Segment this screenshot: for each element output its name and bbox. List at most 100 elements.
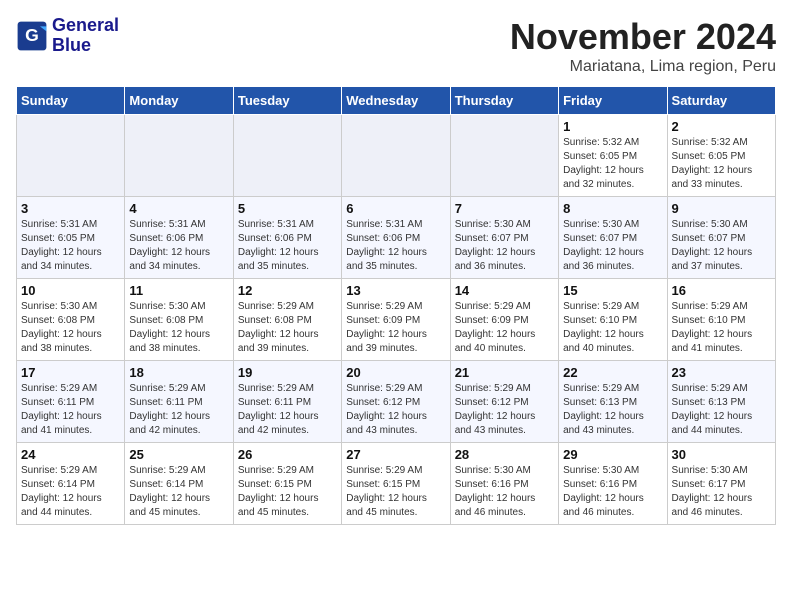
- calendar-cell: [125, 115, 233, 197]
- day-of-week-header: Saturday: [667, 87, 775, 115]
- calendar-cell: 7 Sunrise: 5:30 AM Sunset: 6:07 PM Daylig…: [450, 197, 558, 279]
- day-number: 28: [455, 447, 554, 462]
- calendar-cell: 22 Sunrise: 5:29 AM Sunset: 6:13 PM Dayli…: [559, 361, 667, 443]
- calendar-cell: 11 Sunrise: 5:30 AM Sunset: 6:08 PM Dayli…: [125, 279, 233, 361]
- day-of-week-header: Friday: [559, 87, 667, 115]
- calendar-cell: 15 Sunrise: 5:29 AM Sunset: 6:10 PM Dayli…: [559, 279, 667, 361]
- calendar-cell: 1Sunrise: 5:32 AM Sunset: 6:05 PM Daylig…: [559, 115, 667, 197]
- day-number: 4: [129, 201, 228, 216]
- calendar-cell: 30 Sunrise: 5:30 AM Sunset: 6:17 PM Dayli…: [667, 443, 775, 525]
- calendar-cell: 17 Sunrise: 5:29 AM Sunset: 6:11 PM Dayli…: [17, 361, 125, 443]
- calendar-cell: 6 Sunrise: 5:31 AM Sunset: 6:06 PM Daylig…: [342, 197, 450, 279]
- day-info: Sunrise: 5:31 AM Sunset: 6:06 PM Dayligh…: [238, 218, 337, 274]
- day-number: 3: [21, 201, 120, 216]
- day-info: Sunrise: 5:32 AM Sunset: 6:05 PM Dayligh…: [672, 136, 771, 192]
- calendar-week-row: 10 Sunrise: 5:30 AM Sunset: 6:08 PM Dayli…: [17, 279, 776, 361]
- calendar-week-row: 24 Sunrise: 5:29 AM Sunset: 6:14 PM Dayli…: [17, 443, 776, 525]
- calendar-cell: 25 Sunrise: 5:29 AM Sunset: 6:14 PM Dayli…: [125, 443, 233, 525]
- day-number: 22: [563, 365, 662, 380]
- day-number: 7: [455, 201, 554, 216]
- calendar-cell: 16 Sunrise: 5:29 AM Sunset: 6:10 PM Dayli…: [667, 279, 775, 361]
- day-number: 16: [672, 283, 771, 298]
- day-info: Sunrise: 5:31 AM Sunset: 6:06 PM Dayligh…: [129, 218, 228, 274]
- calendar-week-row: 17 Sunrise: 5:29 AM Sunset: 6:11 PM Dayli…: [17, 361, 776, 443]
- day-info: Sunrise: 5:29 AM Sunset: 6:12 PM Dayligh…: [455, 382, 554, 438]
- day-info: Sunrise: 5:29 AM Sunset: 6:12 PM Dayligh…: [346, 382, 445, 438]
- day-number: 8: [563, 201, 662, 216]
- logo-icon: G: [16, 20, 48, 52]
- day-info: Sunrise: 5:29 AM Sunset: 6:11 PM Dayligh…: [21, 382, 120, 438]
- day-number: 27: [346, 447, 445, 462]
- calendar-week-row: 1 Sunrise: 5:32 AM Sunset: 6:05 PM Daylig…: [17, 115, 776, 197]
- calendar-cell: [233, 115, 341, 197]
- calendar-cell: 2 Sunrise: 5:32 AM Sunset: 6:05 PM Daylig…: [667, 115, 775, 197]
- calendar-cell: 18 Sunrise: 5:29 AM Sunset: 6:11 PM Dayli…: [125, 361, 233, 443]
- day-info: Sunrise: 5:30 AM Sunset: 6:08 PM Dayligh…: [21, 300, 120, 356]
- day-number: 5: [238, 201, 337, 216]
- day-number: 10: [21, 283, 120, 298]
- title-block: November 2024 Mariatana, Lima region, Pe…: [510, 16, 776, 76]
- day-info: Sunrise: 5:29 AM Sunset: 6:10 PM Dayligh…: [672, 300, 771, 356]
- day-info: Sunrise: 5:29 AM Sunset: 6:09 PM Dayligh…: [455, 300, 554, 356]
- day-info: Sunrise: 5:29 AM Sunset: 6:13 PM Dayligh…: [672, 382, 771, 438]
- day-info: Sunrise: 5:29 AM Sunset: 6:11 PM Dayligh…: [129, 382, 228, 438]
- day-number: 25: [129, 447, 228, 462]
- calendar-cell: 4 Sunrise: 5:31 AM Sunset: 6:06 PM Daylig…: [125, 197, 233, 279]
- day-number: 1: [563, 119, 662, 134]
- calendar-cell: 10 Sunrise: 5:30 AM Sunset: 6:08 PM Dayli…: [17, 279, 125, 361]
- calendar-cell: 12Sunrise: 5:29 AM Sunset: 6:08 PM Dayli…: [233, 279, 341, 361]
- calendar-cell: 21Sunrise: 5:29 AM Sunset: 6:12 PM Dayli…: [450, 361, 558, 443]
- day-number: 20: [346, 365, 445, 380]
- calendar-cell: 26Sunrise: 5:29 AM Sunset: 6:15 PM Dayli…: [233, 443, 341, 525]
- day-number: 24: [21, 447, 120, 462]
- calendar-cell: [342, 115, 450, 197]
- day-number: 23: [672, 365, 771, 380]
- day-number: 2: [672, 119, 771, 134]
- calendar-cell: 28Sunrise: 5:30 AM Sunset: 6:16 PM Dayli…: [450, 443, 558, 525]
- day-info: Sunrise: 5:29 AM Sunset: 6:10 PM Dayligh…: [563, 300, 662, 356]
- calendar-cell: 29Sunrise: 5:30 AM Sunset: 6:16 PM Dayli…: [559, 443, 667, 525]
- day-info: Sunrise: 5:29 AM Sunset: 6:14 PM Dayligh…: [21, 464, 120, 520]
- day-info: Sunrise: 5:30 AM Sunset: 6:07 PM Dayligh…: [563, 218, 662, 274]
- day-number: 9: [672, 201, 771, 216]
- page-header: G General Blue November 2024 Mariatana, …: [16, 16, 776, 76]
- calendar-cell: 19 Sunrise: 5:29 AM Sunset: 6:11 PM Dayli…: [233, 361, 341, 443]
- day-info: Sunrise: 5:30 AM Sunset: 6:16 PM Dayligh…: [563, 464, 662, 520]
- calendar-table: SundayMondayTuesdayWednesdayThursdayFrid…: [16, 86, 776, 525]
- day-number: 6: [346, 201, 445, 216]
- day-of-week-header: Tuesday: [233, 87, 341, 115]
- calendar-cell: [450, 115, 558, 197]
- calendar-cell: 3 Sunrise: 5:31 AM Sunset: 6:05 PM Daylig…: [17, 197, 125, 279]
- logo: G General Blue: [16, 16, 119, 56]
- day-info: Sunrise: 5:29 AM Sunset: 6:08 PM Dayligh…: [238, 300, 337, 356]
- day-number: 11: [129, 283, 228, 298]
- day-info: Sunrise: 5:29 AM Sunset: 6:11 PM Dayligh…: [238, 382, 337, 438]
- calendar-cell: 24 Sunrise: 5:29 AM Sunset: 6:14 PM Dayli…: [17, 443, 125, 525]
- calendar-header-row: SundayMondayTuesdayWednesdayThursdayFrid…: [17, 87, 776, 115]
- calendar-cell: [17, 115, 125, 197]
- calendar-cell: 9 Sunrise: 5:30 AM Sunset: 6:07 PM Daylig…: [667, 197, 775, 279]
- day-info: Sunrise: 5:29 AM Sunset: 6:09 PM Dayligh…: [346, 300, 445, 356]
- day-of-week-header: Wednesday: [342, 87, 450, 115]
- calendar-week-row: 3 Sunrise: 5:31 AM Sunset: 6:05 PM Daylig…: [17, 197, 776, 279]
- day-info: Sunrise: 5:29 AM Sunset: 6:14 PM Dayligh…: [129, 464, 228, 520]
- day-number: 26: [238, 447, 337, 462]
- day-info: Sunrise: 5:30 AM Sunset: 6:08 PM Dayligh…: [129, 300, 228, 356]
- day-number: 17: [21, 365, 120, 380]
- day-info: Sunrise: 5:30 AM Sunset: 6:07 PM Dayligh…: [455, 218, 554, 274]
- logo-text: General Blue: [52, 16, 119, 56]
- day-number: 15: [563, 283, 662, 298]
- svg-text:G: G: [25, 25, 39, 45]
- day-info: Sunrise: 5:31 AM Sunset: 6:06 PM Dayligh…: [346, 218, 445, 274]
- month-title: November 2024: [510, 16, 776, 58]
- day-info: Sunrise: 5:30 AM Sunset: 6:07 PM Dayligh…: [672, 218, 771, 274]
- day-number: 19: [238, 365, 337, 380]
- day-of-week-header: Monday: [125, 87, 233, 115]
- day-info: Sunrise: 5:30 AM Sunset: 6:17 PM Dayligh…: [672, 464, 771, 520]
- day-number: 14: [455, 283, 554, 298]
- calendar-cell: 27Sunrise: 5:29 AM Sunset: 6:15 PM Dayli…: [342, 443, 450, 525]
- day-info: Sunrise: 5:31 AM Sunset: 6:05 PM Dayligh…: [21, 218, 120, 274]
- day-number: 18: [129, 365, 228, 380]
- day-number: 30: [672, 447, 771, 462]
- day-info: Sunrise: 5:29 AM Sunset: 6:13 PM Dayligh…: [563, 382, 662, 438]
